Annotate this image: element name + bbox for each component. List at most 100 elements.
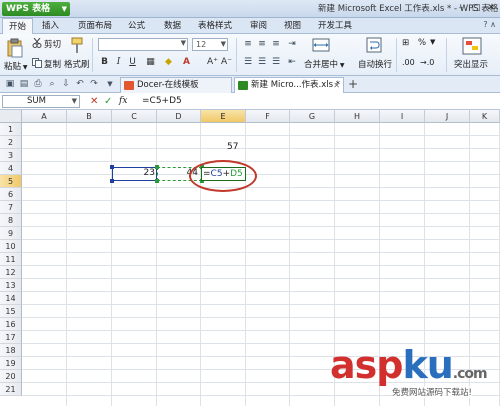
confirm-icon[interactable]: ✓ — [104, 95, 112, 108]
column-header-C[interactable]: C — [112, 110, 157, 123]
align-top-icon[interactable]: ≡ — [242, 38, 254, 50]
maximize-icon[interactable]: □ — [469, 1, 483, 15]
italic-icon[interactable]: I — [112, 56, 125, 69]
close-tab-icon[interactable]: ✕ — [333, 78, 340, 93]
column-header-G[interactable]: G — [290, 110, 335, 123]
row-header-5[interactable]: 5 — [0, 175, 22, 188]
column-header-H[interactable]: H — [335, 110, 380, 123]
underline-icon[interactable]: U — [126, 56, 139, 69]
select-all-corner[interactable] — [0, 110, 22, 123]
increase-decimal-icon[interactable]: .00 — [402, 58, 415, 67]
merge-center-icon[interactable] — [312, 37, 330, 53]
indent-icon[interactable]: ⇥ — [286, 38, 298, 50]
align-middle-icon[interactable]: ≡ — [256, 38, 268, 50]
row-header-7[interactable]: 7 — [0, 201, 22, 214]
row-header-11[interactable]: 11 — [0, 253, 22, 266]
font-color-icon[interactable]: A — [180, 56, 193, 69]
name-box[interactable]: SUM ▼ — [2, 95, 80, 108]
column-header-I[interactable]: I — [380, 110, 425, 123]
percent-dropdown-icon[interactable]: ▼ — [430, 38, 435, 46]
highlight-button[interactable]: 突出显示 — [454, 58, 488, 70]
align-center-icon[interactable]: ☰ — [256, 56, 268, 68]
quick-access-dropdown-icon[interactable]: ▼ — [104, 78, 116, 90]
align-left-icon[interactable]: ☰ — [242, 56, 254, 68]
align-right-icon[interactable]: ☰ — [270, 56, 282, 68]
column-header-B[interactable]: B — [67, 110, 112, 123]
highlight-icon[interactable] — [462, 37, 482, 55]
open-icon[interactable]: ▤ — [18, 78, 30, 90]
copy-button[interactable]: 复制 — [44, 58, 61, 70]
row-header-13[interactable]: 13 — [0, 279, 22, 292]
minimize-icon[interactable]: – — [454, 1, 468, 15]
increase-font-icon[interactable]: A⁺ — [206, 56, 219, 69]
font-name-select[interactable]: ▼ — [98, 38, 188, 51]
row-header-19[interactable]: 19 — [0, 357, 22, 370]
row-header-6[interactable]: 6 — [0, 188, 22, 201]
outdent-icon[interactable]: ⇤ — [286, 56, 298, 68]
row-header-17[interactable]: 17 — [0, 331, 22, 344]
wrap-text-icon[interactable] — [366, 37, 382, 53]
app-menu-button[interactable]: WPS 表格 ▼ — [2, 2, 70, 16]
row-header-1[interactable]: 1 — [0, 123, 22, 136]
menu-tab-data[interactable]: 数据 — [164, 18, 181, 34]
row-header-14[interactable]: 14 — [0, 292, 22, 305]
export-icon[interactable]: ⇩ — [60, 78, 72, 90]
close-icon[interactable]: ✕ — [484, 1, 498, 15]
row-header-20[interactable]: 20 — [0, 370, 22, 383]
row-header-9[interactable]: 9 — [0, 227, 22, 240]
row-header-8[interactable]: 8 — [0, 214, 22, 227]
format-painter-icon[interactable] — [70, 37, 84, 55]
column-header-D[interactable]: D — [157, 110, 201, 123]
row-header-15[interactable]: 15 — [0, 305, 22, 318]
row-header-21[interactable]: 21 — [0, 383, 22, 396]
print-preview-icon[interactable]: ⌕ — [46, 78, 58, 90]
row-header-18[interactable]: 18 — [0, 344, 22, 357]
column-header-E[interactable]: E — [201, 110, 246, 123]
new-tab-icon[interactable]: + — [348, 77, 358, 92]
menu-tab-insert[interactable]: 插入 — [42, 18, 59, 34]
align-bottom-icon[interactable]: ≡ — [270, 38, 282, 50]
cut-button[interactable]: 剪切 — [44, 38, 61, 50]
undo-icon[interactable]: ↶ — [74, 78, 86, 90]
bold-icon[interactable]: B — [98, 56, 111, 69]
wrap-text-button[interactable]: 自动换行 — [358, 58, 392, 70]
fill-color-icon[interactable]: ◆ — [162, 56, 175, 69]
menu-tab-developer[interactable]: 开发工具 — [318, 18, 352, 34]
font-size-select[interactable]: 12 ▼ — [192, 38, 228, 51]
formula-input[interactable]: =C5+D5 — [136, 95, 498, 108]
insert-function-icon[interactable]: fx — [119, 95, 127, 108]
column-header-F[interactable]: F — [246, 110, 290, 123]
tab-docer[interactable]: Docer-在线模板 — [120, 77, 232, 93]
cell-C5[interactable]: 23 — [112, 167, 157, 180]
row-header-4[interactable]: 4 — [0, 162, 22, 175]
row-header-3[interactable]: 3 — [0, 149, 22, 162]
tab-workbook[interactable]: 新建 Micro...作表.xls * ✕ — [234, 77, 344, 93]
paste-icon[interactable] — [6, 38, 24, 58]
column-header-K[interactable]: K — [470, 110, 500, 123]
menu-tab-view[interactable]: 视图 — [284, 18, 301, 34]
menu-tab-page-layout[interactable]: 页面布局 — [78, 18, 112, 34]
row-header-10[interactable]: 10 — [0, 240, 22, 253]
menu-tab-table-style[interactable]: 表格样式 — [198, 18, 232, 34]
cancel-icon[interactable]: ✕ — [90, 95, 98, 108]
row-header-16[interactable]: 16 — [0, 318, 22, 331]
cell-E3[interactable]: 57 — [225, 141, 248, 154]
column-header-A[interactable]: A — [22, 110, 67, 123]
paste-button[interactable]: 粘贴 ▼ — [4, 60, 28, 72]
help-icon[interactable]: ? — [483, 20, 487, 29]
menu-tab-review[interactable]: 审阅 — [250, 18, 267, 34]
collapse-icon[interactable]: ∧ — [490, 20, 496, 29]
number-format-icon[interactable]: ⊞ — [402, 38, 409, 48]
column-header-J[interactable]: J — [425, 110, 470, 123]
menu-tab-home[interactable]: 开始 — [2, 18, 34, 34]
decrease-font-icon[interactable]: A⁻ — [220, 56, 233, 69]
print-icon[interactable]: ⎙ — [32, 78, 44, 90]
merge-center-button[interactable]: 合并居中 ▼ — [304, 58, 345, 70]
border-icon[interactable]: ▦ — [144, 56, 157, 69]
redo-icon[interactable]: ↷ — [88, 78, 100, 90]
save-icon[interactable]: ▣ — [4, 78, 16, 90]
row-header-2[interactable]: 2 — [0, 136, 22, 149]
menu-tab-formulas[interactable]: 公式 — [128, 18, 145, 34]
decrease-decimal-icon[interactable]: →.0 — [420, 58, 434, 67]
row-header-12[interactable]: 12 — [0, 266, 22, 279]
